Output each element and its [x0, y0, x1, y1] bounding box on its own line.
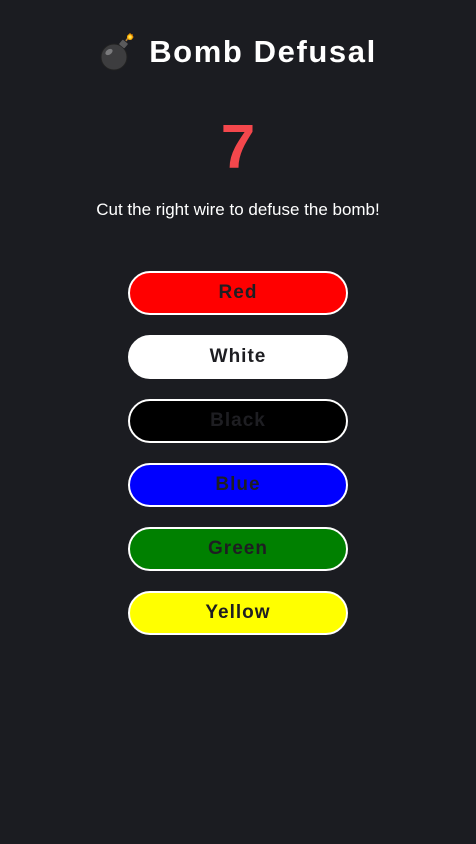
- wire-list: Red White Black Blue Green Yellow: [128, 271, 348, 655]
- wire-button-green[interactable]: Green: [128, 527, 348, 571]
- wire-button-red[interactable]: Red: [128, 271, 348, 315]
- wire-label: Green: [208, 538, 268, 559]
- page-title: Bomb Defusal: [149, 34, 377, 69]
- wire-label: Black: [210, 410, 266, 431]
- countdown-timer: 7: [220, 113, 256, 182]
- bomb-icon: [99, 33, 135, 73]
- wire-label: Blue: [215, 474, 261, 495]
- wire-button-blue[interactable]: Blue: [128, 463, 348, 507]
- wire-label: White: [209, 346, 267, 367]
- wire-label: Red: [218, 282, 258, 303]
- wire-label: Yellow: [205, 602, 271, 623]
- wire-button-black[interactable]: Black: [128, 399, 348, 443]
- instruction-text: Cut the right wire to defuse the bomb!: [96, 200, 380, 219]
- wire-button-white[interactable]: White: [128, 335, 348, 379]
- header: Bomb Defusal: [0, 29, 476, 75]
- wire-button-yellow[interactable]: Yellow: [128, 591, 348, 635]
- game-screen: Bomb Defusal 7 Cut the right wire to def…: [0, 0, 476, 844]
